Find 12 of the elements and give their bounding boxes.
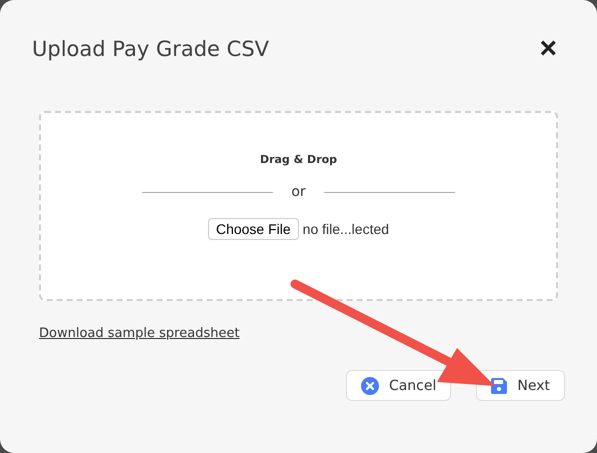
close-button[interactable]: ×	[539, 34, 565, 64]
drop-zone[interactable]: Drag & Drop or Choose File no file...lected	[39, 111, 558, 301]
drop-heading: Drag & Drop	[260, 153, 338, 166]
file-status: no file...lected	[302, 221, 390, 237]
next-button[interactable]: Next	[476, 370, 565, 401]
cancel-icon	[360, 376, 379, 394]
cancel-button[interactable]: Cancel	[346, 370, 452, 401]
download-link[interactable]: Download sample spreadsheet	[39, 326, 240, 341]
dialog-title: Upload Pay Grade CSV	[32, 37, 270, 61]
separator-text: or	[291, 184, 306, 200]
choose-file-button[interactable]: Choose File	[208, 218, 299, 240]
save-icon	[491, 378, 508, 394]
